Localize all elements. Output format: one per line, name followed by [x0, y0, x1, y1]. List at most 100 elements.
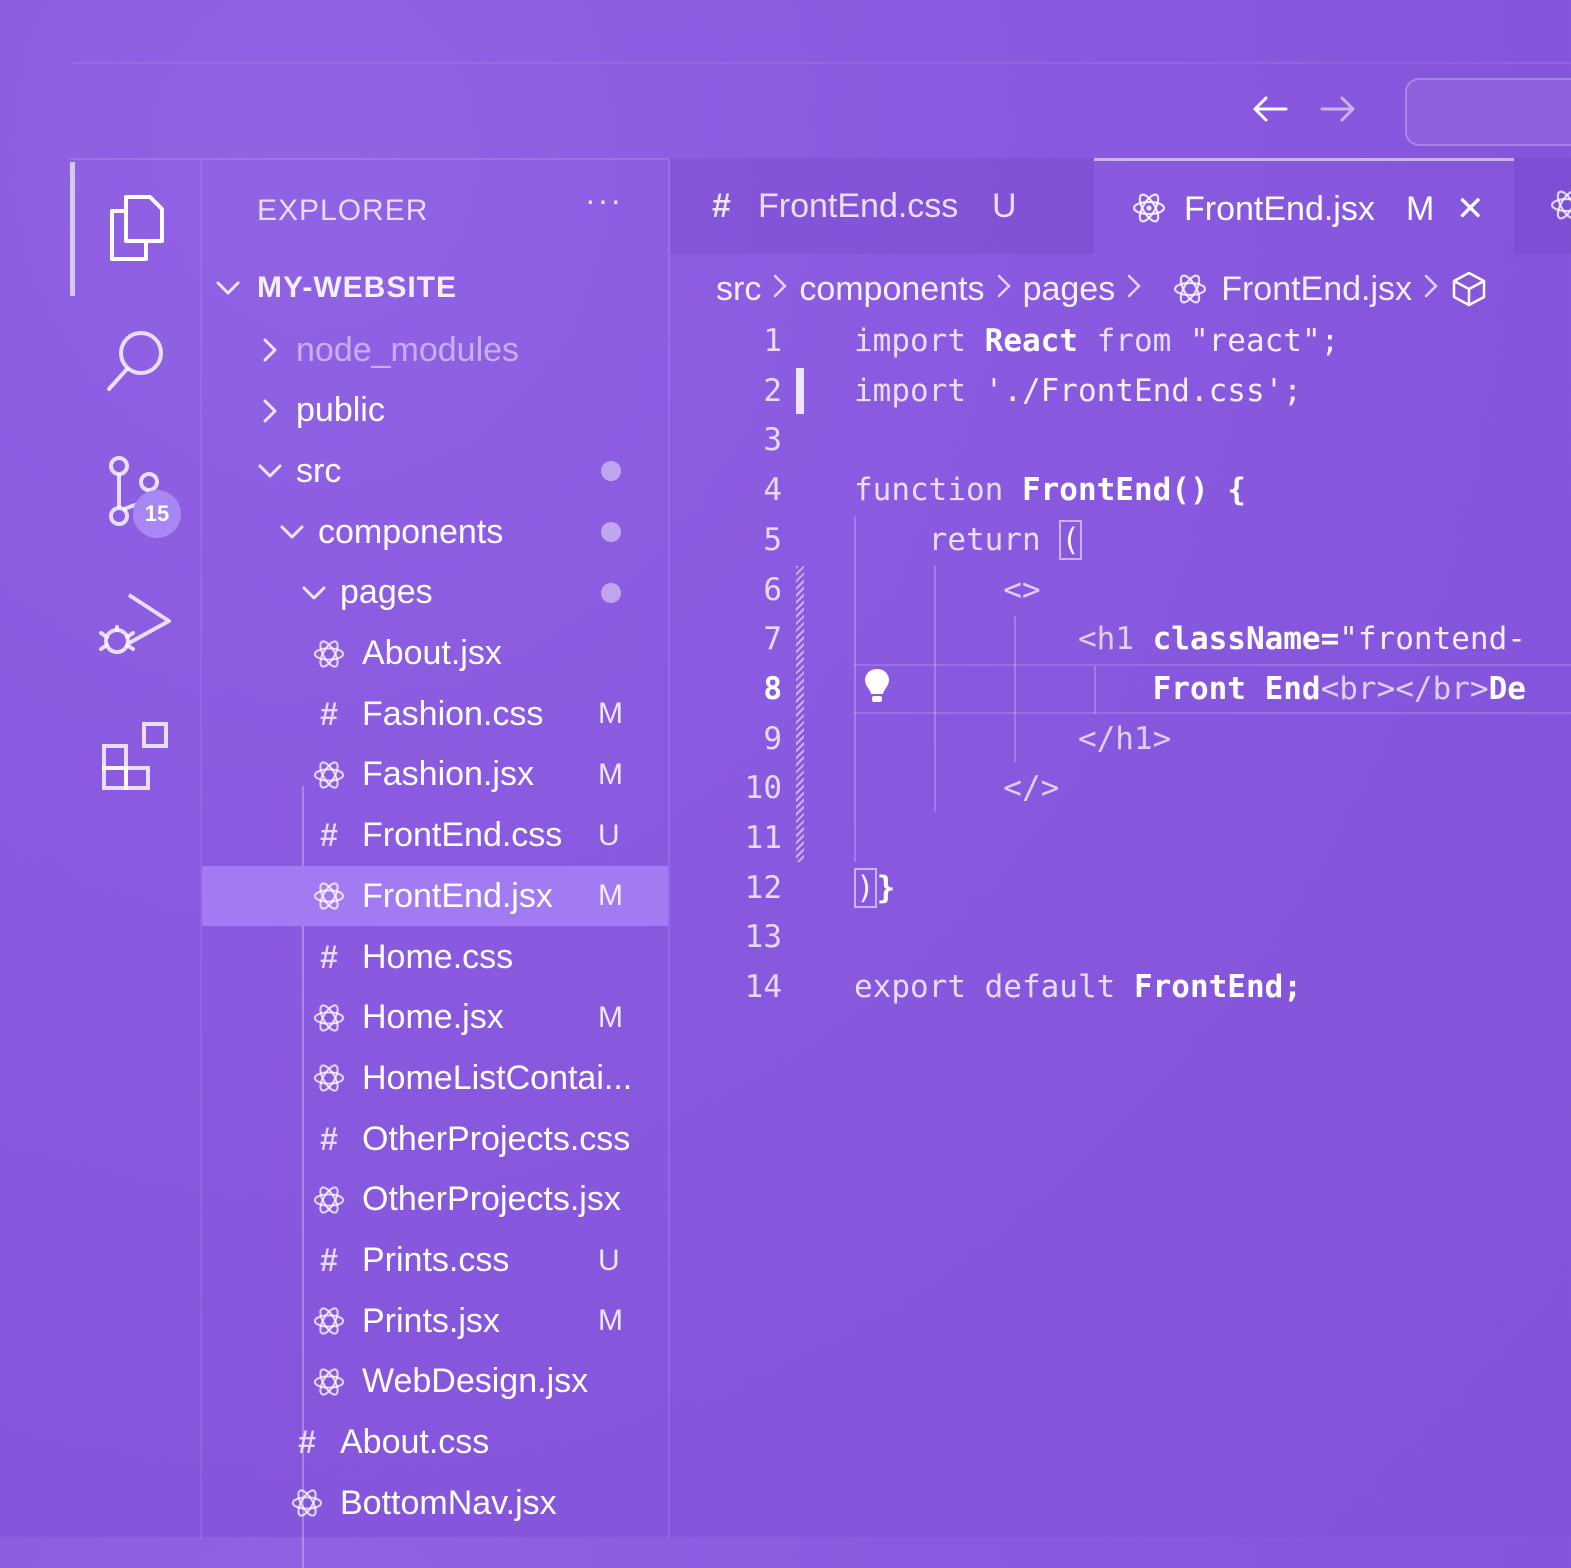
project-root[interactable]: MY-WEBSITE [202, 258, 668, 318]
tree-file[interactable]: WebDesign.jsx [202, 1352, 668, 1412]
code-token: Front End [854, 670, 1321, 707]
code-text: </> [854, 770, 1059, 806]
code-line[interactable]: 8 Front End<br></br>De [680, 664, 1571, 714]
tree-item-label: OtherProjects.css [362, 1119, 631, 1158]
active-indicator [70, 162, 75, 296]
line-number: 11 [744, 820, 782, 856]
tree-folder[interactable]: components [202, 502, 668, 562]
code-token: './FrontEnd.css'; [984, 372, 1302, 409]
tree-file[interactable]: Home.jsx M [202, 988, 668, 1048]
tree-file[interactable]: OtherProjects.jsx [202, 1170, 668, 1230]
code-text: return ( [854, 519, 1082, 560]
line-number: 7 [763, 621, 782, 658]
tree-file[interactable]: About.jsx [202, 624, 668, 684]
code-line[interactable]: 12)} [680, 863, 1571, 913]
tab-label: FrontEnd.jsx [1184, 189, 1375, 228]
code-token: "react"; [1189, 323, 1340, 359]
code-token: FrontEnd() { [1021, 472, 1246, 509]
line-number: 5 [763, 521, 782, 558]
code-line[interactable]: 6 <> [680, 565, 1571, 615]
tree-file[interactable]: Prints.jsx M [202, 1291, 668, 1351]
tree-item-label: Fashion.jsx [362, 755, 534, 794]
more-actions-button[interactable]: ··· [585, 182, 623, 219]
extensions-icon[interactable] [96, 716, 176, 796]
tab-frontend-css[interactable]: # FrontEnd.css U [670, 158, 1094, 254]
tree-folder[interactable]: pages [202, 563, 668, 623]
tree-file[interactable]: Fashion.jsx M [202, 745, 668, 805]
breadcrumb-item[interactable]: src [716, 270, 761, 309]
symbol-cube-icon[interactable] [1450, 270, 1488, 308]
chevron-down-icon [256, 457, 284, 485]
tree-file[interactable]: FrontEnd.jsx M [202, 866, 668, 927]
tree-folder[interactable]: public [202, 381, 668, 441]
tree-item-label: Prints.css [362, 1241, 510, 1279]
code-line[interactable]: 11 [680, 813, 1571, 863]
react-icon [312, 758, 346, 792]
code-text: export default FrontEnd; [854, 969, 1302, 1005]
tree-item-label: WebDesign.jsx [362, 1362, 589, 1401]
forward-arrow-icon[interactable] [1318, 94, 1358, 129]
command-center-search[interactable] [1405, 78, 1571, 146]
breadcrumb-item[interactable]: pages [1023, 270, 1116, 309]
tree-item-label: components [318, 512, 504, 551]
git-status-badge: U [598, 1243, 620, 1277]
git-status-badge: M [598, 879, 623, 913]
tree-item-label: FrontEnd.jsx [362, 876, 553, 915]
tree-file[interactable]: # About.css [202, 1413, 668, 1473]
code-line[interactable]: 7 <h1 className="frontend- [680, 614, 1571, 664]
tree-file[interactable]: BottomNav.jsx [202, 1473, 668, 1533]
tab-next[interactable] [1514, 158, 1571, 254]
line-number: 1 [763, 323, 782, 359]
tree-folder[interactable]: src [202, 441, 668, 501]
breadcrumb-item[interactable]: FrontEnd.jsx [1221, 270, 1412, 309]
css-file-icon: # [320, 817, 338, 854]
tree-file[interactable]: # FrontEnd.css U [202, 806, 668, 866]
code-line[interactable]: 2 import './FrontEnd.css'; [680, 366, 1571, 416]
tree-file[interactable]: # Home.css [202, 927, 668, 987]
back-arrow-icon[interactable] [1250, 94, 1290, 129]
code-token: "frontend- [1339, 621, 1526, 658]
tree-file[interactable]: # Fashion.css M [202, 684, 668, 744]
files-icon[interactable] [96, 188, 176, 268]
tree-folder[interactable]: node_modules [202, 320, 668, 380]
tree-item-label: Home.css [362, 937, 514, 976]
bracket-match: ( [1059, 519, 1082, 560]
code-token: <h1 [854, 621, 1153, 658]
tree-file[interactable]: # OtherProjects.css [202, 1109, 668, 1169]
code-text: import React from "react"; [854, 323, 1339, 359]
code-line[interactable]: 5 return ( [680, 515, 1571, 565]
run-debug-icon[interactable] [96, 584, 176, 664]
close-icon[interactable]: ✕ [1456, 189, 1485, 229]
modified-dot [601, 582, 621, 603]
code-line[interactable]: 10 </> [680, 763, 1571, 813]
code-token: FrontEnd; [1133, 969, 1302, 1006]
search-icon[interactable] [96, 320, 176, 400]
react-icon [1132, 191, 1166, 234]
code-line[interactable]: 14 export default FrontEnd; [680, 962, 1571, 1012]
code-line[interactable]: 9 </h1> [680, 714, 1571, 764]
react-icon [1550, 188, 1571, 231]
modified-dot [601, 522, 621, 543]
code-token: import [854, 323, 985, 359]
code-line[interactable]: 4 function FrontEnd() { [680, 465, 1571, 515]
code-token: from [1077, 323, 1190, 359]
tab-frontend-jsx[interactable]: FrontEnd.jsx M ✕ [1094, 158, 1514, 257]
react-icon [312, 1061, 346, 1095]
tree-file[interactable]: HomeListContai... [202, 1048, 668, 1108]
tree-item-label: public [296, 391, 385, 430]
code-line[interactable]: 13 [680, 912, 1571, 962]
tree-item-label: FrontEnd.css [362, 816, 563, 855]
breadcrumb-item[interactable]: components [799, 270, 984, 309]
code-token: export default [854, 969, 1134, 1006]
line-number: 6 [763, 571, 782, 608]
code-line[interactable]: 1 import React from "react"; [680, 316, 1571, 366]
code-text: <> [854, 572, 1040, 608]
code-token: De [1488, 670, 1526, 707]
line-number: 12 [744, 869, 782, 906]
code-line[interactable]: 3 [680, 415, 1571, 465]
code-token: className= [1152, 621, 1340, 658]
code-token: } [876, 869, 896, 906]
css-file-icon: # [712, 186, 731, 225]
tree-file[interactable]: # Prints.css U [202, 1231, 668, 1291]
chevron-right-icon [256, 336, 284, 364]
